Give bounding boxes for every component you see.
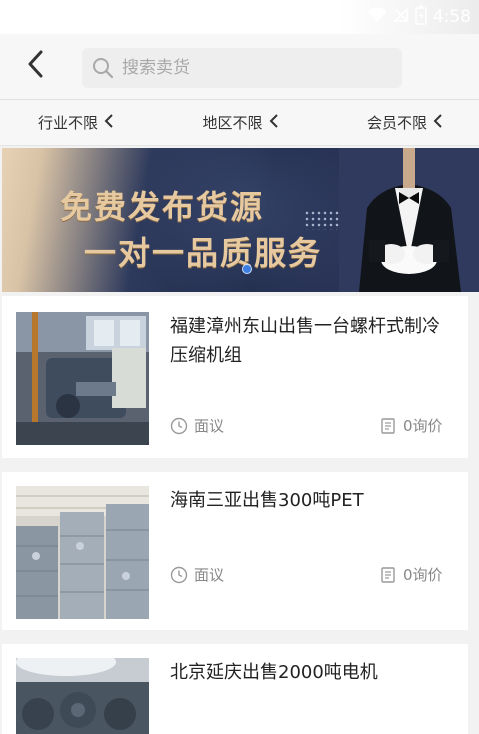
listing-title: 福建漳州东山出售一台螺杆式制冷压缩机组	[170, 316, 440, 366]
banner-dot-pattern	[304, 210, 344, 230]
filter-membership-label: 会员不限	[366, 114, 427, 132]
listing-thumbnail	[16, 658, 149, 734]
status-icons: 4:58	[366, 5, 471, 29]
battery-icon	[415, 5, 427, 29]
filter-membership[interactable]: 会员不限	[308, 100, 479, 145]
document-icon	[379, 417, 397, 435]
filter-industry[interactable]: 行业不限	[0, 100, 173, 145]
status-time: 4:58	[432, 7, 471, 27]
clock-icon	[170, 417, 188, 435]
top-bar	[0, 34, 479, 100]
listing-inquiries-text: 0询价	[403, 417, 443, 435]
carousel-indicator[interactable]	[242, 264, 252, 274]
chevron-left-icon	[269, 113, 279, 133]
listing-price: 面议	[170, 564, 224, 585]
chevron-left-icon	[104, 113, 114, 133]
back-button[interactable]	[18, 48, 54, 84]
wifi-icon	[366, 7, 387, 27]
listing-price-text: 面议	[194, 566, 225, 584]
butler-illustration	[339, 148, 479, 292]
filter-region-label: 地区不限	[202, 114, 263, 132]
signal-icon	[393, 7, 409, 27]
listing-price: 面议	[170, 415, 224, 436]
promo-banner[interactable]: 免费发布货源 一对一品质服务	[2, 148, 479, 292]
status-bar: 4:58	[0, 0, 479, 34]
document-icon	[379, 566, 397, 584]
back-arrow-icon	[26, 50, 46, 82]
clock-icon	[170, 566, 188, 584]
chevron-left-icon	[433, 113, 443, 133]
listing-inquiries-text: 0询价	[403, 566, 443, 584]
search-icon	[92, 57, 114, 79]
listing-card[interactable]: 北京延庆出售2000吨电机	[2, 644, 468, 734]
listing-inquiries: 0询价	[379, 564, 443, 585]
search-bar[interactable]	[82, 48, 402, 88]
listing-title: 北京延庆出售2000吨电机	[170, 662, 378, 683]
filter-industry-label: 行业不限	[38, 114, 99, 132]
filter-region[interactable]: 地区不限	[173, 100, 308, 145]
listing-card[interactable]: 福建漳州东山出售一台螺杆式制冷压缩机组 面议 0询价	[2, 296, 468, 458]
listing-thumbnail	[16, 486, 149, 619]
search-input[interactable]	[122, 58, 382, 78]
listing-card[interactable]: 海南三亚出售300吨PET 面议 0询价	[2, 472, 468, 630]
banner-headline: 免费发布货源	[60, 188, 265, 226]
listing-inquiries: 0询价	[379, 415, 443, 436]
listing-title: 海南三亚出售300吨PET	[170, 490, 364, 511]
banner-subheadline: 一对一品质服务	[84, 234, 323, 272]
listing-price-text: 面议	[194, 417, 225, 435]
filter-bar: 行业不限 地区不限 会员不限	[0, 100, 479, 146]
listing-thumbnail	[16, 312, 149, 445]
